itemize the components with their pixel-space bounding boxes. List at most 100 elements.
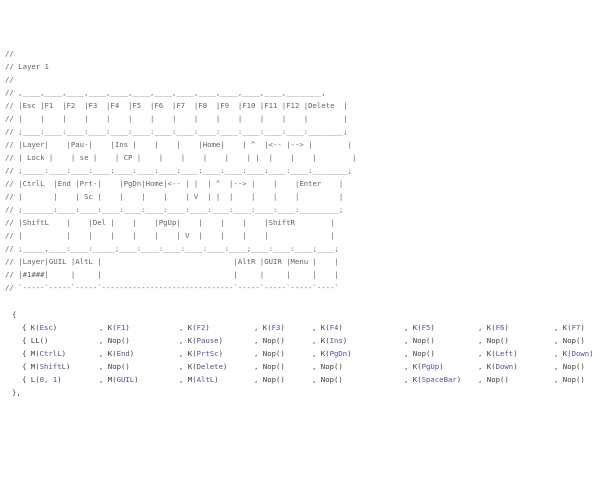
array-close-brace: }, [12,388,21,397]
macro-name: Nop [107,336,121,345]
keymap-row: { K(Esc) , K(F1) , K(F2) , K(F3) , K(F4) , K(… [12,321,600,334]
entry-separator: , [179,323,188,332]
entry-separator: , [404,323,413,332]
macro-name: Nop [562,336,576,345]
entry-separator: , [254,336,263,345]
comment-line: // ;_____,____:____:_____;____:____:____… [5,244,339,253]
macro-argument: GUIL [116,375,135,384]
macro-argument: PrtSc [196,349,219,358]
keymap-entry: , K(PgDn) [312,349,352,358]
code-editor[interactable]: // // Layer 1 // // ,____,____,____,____,__… [0,0,600,500]
macro-name: Nop [262,375,276,384]
entry-separator: , [312,336,321,345]
entry-separator: , [554,349,563,358]
macro-name: Nop [486,336,500,345]
comment-line: // |ShiftL | |Del | | |PgUp| | | | |Shif… [5,218,335,227]
keymap-entry: , M(AltL) [179,375,219,384]
keymap-entry: { M(ShiftL) [22,362,71,371]
comment-line: // `-----`-----`-----`------------------… [5,283,339,292]
entry-separator: , [179,349,188,358]
keymap-entry: , K(Down) [478,362,518,371]
entry-separator: , [99,336,108,345]
entry-separator: , [478,323,487,332]
macro-argument: Down [571,349,590,358]
keymap-entry: , Nop() [254,349,285,358]
comment-line: // |CtrlL |End |Prt-| |PgDn|Home|<-- | |… [5,179,344,188]
keymap-entry: { M(CtrlL) [22,349,66,358]
keymap-entry: , K(Down) [554,349,594,358]
entry-separator: { [22,375,31,384]
macro-name: Nop [262,349,276,358]
keymap-array: { { K(Esc) , K(F1) , K(F2) , K(F3) , K(F4) , … [12,308,600,399]
keymap-entry: , K(Pause) [179,336,223,345]
comment-line: // | | | | | | | | | | | | | | | [5,114,348,123]
keymap-entry: { LL() [22,336,49,345]
keymap-entry: , K(F3) [254,323,285,332]
keymap-entry: , K(SpaceBar) [404,375,462,384]
comment-line: // [5,49,14,58]
keymap-entry: , Nop() [312,362,343,371]
comment-line: // | | | Sc | | | | | V | | | | | | | [5,192,344,201]
keymap-entry: , K(Ins) [312,336,348,345]
entry-separator: , [404,349,413,358]
keymap-entry: , Nop() [478,375,509,384]
comment-line: // | Lock | | se | | CP | | | | | | | | … [5,153,357,162]
comment-line: // ;____:____:____:____:____:____:____:_… [5,127,348,136]
keymap-entry: , Nop() [554,362,585,371]
entry-separator: , [254,323,263,332]
entry-separator: , [312,362,321,371]
keymap-entry: , Nop() [99,336,130,345]
comment-line: // |Esc |F1 |F2 |F3 |F4 |F5 |F6 |F7 |F8 … [5,101,348,110]
macro-name: Nop [412,336,426,345]
macro-argument: AltL [196,375,215,384]
keymap-entry: , K(F5) [404,323,435,332]
keymap-entry: , Nop() [254,375,285,384]
entry-separator: , [312,375,321,384]
macro-name: Nop [320,375,334,384]
entry-separator: , [554,375,563,384]
macro-name: Nop [562,362,576,371]
macro-argument: Down [495,362,514,371]
keymap-entry: , K(F2) [179,323,210,332]
entry-separator: , [554,336,563,345]
keymap-entry: , K(F7) [554,323,585,332]
entry-separator: , [312,349,321,358]
comment-line: // ;_____:____:____:____:____:____:____:… [5,166,353,175]
macro-argument: Delete [196,362,223,371]
entry-separator: , [404,362,413,371]
macro-name: Nop [562,375,576,384]
macro-argument: CtrlL [39,349,62,358]
comment-line: // | | | | | | | V | | | | | [5,231,335,240]
entry-separator: , [478,362,487,371]
keymap-entry: , K(Left) [478,349,518,358]
keymap-entry: , M(GUIL) [99,375,139,384]
entry-separator: , [478,349,487,358]
macro-argument: Ins [329,336,343,345]
entry-separator: , [179,336,188,345]
macro-argument: Left [495,349,514,358]
comment-line: // ;_______:____:____:____:____:____:___… [5,205,344,214]
macro-name: Nop [262,362,276,371]
entry-separator: { [22,349,31,358]
keymap-entry: , K(PrtSc) [179,349,223,358]
entry-separator: , [254,375,263,384]
entry-separator: , [478,375,487,384]
macro-name: Nop [262,336,276,345]
macro-name: Nop [412,349,426,358]
comment-line: // [5,75,14,84]
comment-line: // |Layer| |Pau-| |Ins | | | |Home| | ^ … [5,140,353,149]
keymap-entry: , Nop() [99,362,130,371]
entry-separator: , [404,375,413,384]
comment-line: // ,____,____,____,____,____,____,____,_… [5,88,326,97]
entry-separator: , [404,336,413,345]
keymap-row: { M(CtrlL) , K(End) , K(PrtSc) , Nop() , K(P… [12,347,600,360]
keymap-entry: { L(0, 1) [22,375,62,384]
macro-name: Nop [107,362,121,371]
comment-line: // Layer 1 [5,62,49,71]
array-open-brace: { [12,310,17,319]
entry-separator: , [478,336,487,345]
macro-name: Nop [320,362,334,371]
macro-name: LL [30,336,40,345]
macro-argument: PgUp [421,362,440,371]
macro-argument: SpaceBar [421,375,457,384]
